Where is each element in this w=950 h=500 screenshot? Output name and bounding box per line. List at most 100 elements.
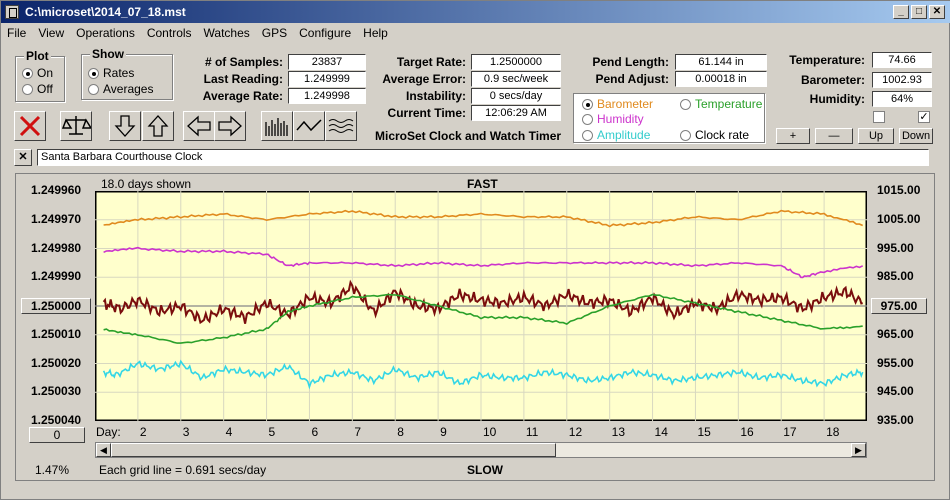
clock-name-field[interactable]: Santa Barbara Courthouse Clock	[37, 149, 929, 166]
series-amplitude-radio[interactable]: Amplitude	[582, 128, 650, 142]
right-tick-label: 985.00	[877, 269, 914, 284]
menu-view[interactable]: View	[32, 23, 70, 43]
right-arrow-button[interactable]	[214, 111, 246, 141]
arrow-left-icon	[187, 115, 211, 137]
show-rates-radio[interactable]: Rates	[88, 66, 134, 80]
left-center-button[interactable]: 1.250000	[21, 298, 91, 314]
left-arrow-button[interactable]	[183, 111, 215, 141]
day-tick-label: 14	[654, 425, 668, 439]
series-select-box: Barometer Temperature Humidity Amplitude…	[573, 93, 765, 143]
pend-adjust-field: 0.00018 in	[675, 71, 767, 87]
samples-field: 23837	[288, 54, 366, 70]
left-tick-label: 1.250010	[31, 326, 82, 341]
instability-field: 0 secs/day	[471, 88, 561, 104]
day-tick-label: 4	[225, 425, 233, 439]
scale-down-button[interactable]: Down	[899, 128, 933, 144]
wave-graph-icon	[328, 119, 354, 133]
series-clock-rate-radio[interactable]: Clock rate	[680, 128, 749, 142]
series-barometer-radio[interactable]: Barometer	[582, 97, 653, 111]
day-tick-label: 12	[568, 425, 583, 439]
scale-minus-button[interactable]: —	[815, 128, 853, 144]
plot-group: Plot On Off	[15, 49, 65, 102]
day-tick-label: 16	[740, 425, 754, 439]
slow-label: SLOW	[467, 463, 503, 477]
main-window: C:\microset\2014_07_18.mst _ □ ✕ File Vie…	[0, 0, 950, 500]
close-button[interactable]: ✕	[929, 5, 945, 19]
scroll-thumb[interactable]	[111, 443, 556, 457]
bar-graph-button[interactable]	[261, 111, 293, 141]
target-rate-label: Target Rate:	[396, 55, 466, 69]
stop-button[interactable]	[14, 111, 46, 141]
line-graph-icon	[296, 119, 322, 132]
title-bar: C:\microset\2014_07_18.mst _ □ ✕	[1, 1, 950, 23]
day-tick-label: 10	[483, 425, 497, 439]
time-scrollbar[interactable]: ◀ ▶	[95, 442, 867, 458]
scroll-right-icon[interactable]: ▶	[851, 443, 866, 457]
humidity-field: 64%	[872, 91, 932, 107]
up-arrow-button[interactable]	[142, 111, 174, 141]
show-averages-radio[interactable]: Averages	[88, 82, 153, 96]
plot-off-radio[interactable]: Off	[22, 82, 53, 96]
right-tick-label: 945.00	[877, 384, 914, 399]
day-tick-label: 17	[783, 425, 797, 439]
menu-gps[interactable]: GPS	[256, 23, 293, 43]
clear-clock-button[interactable]: ✕	[14, 149, 32, 166]
grid-note-label: Each grid line = 0.691 secs/day	[99, 463, 267, 477]
wave-graph-button[interactable]	[325, 111, 357, 141]
right-tick-label: 965.00	[877, 326, 914, 341]
menu-help[interactable]: Help	[357, 23, 394, 43]
app-icon[interactable]	[5, 5, 19, 19]
line-graph-button[interactable]	[293, 111, 325, 141]
left-tick-label: 1.249970	[31, 211, 82, 226]
right-tick-label: 1015.00	[877, 183, 921, 197]
right-center-button[interactable]: 975.00	[871, 298, 927, 314]
balance-button[interactable]	[60, 111, 93, 141]
menu-operations[interactable]: Operations	[70, 23, 141, 43]
minimize-button[interactable]: _	[893, 5, 909, 19]
instability-label: Instability:	[405, 89, 466, 103]
left-tick-label: 1.249990	[31, 269, 82, 284]
menu-file[interactable]: File	[1, 23, 32, 43]
pend-length-field: 61.144 in	[675, 54, 767, 70]
right-tick-label: 1005.00	[877, 211, 921, 226]
pend-length-label: Pend Length:	[592, 55, 669, 69]
show-group: Show Rates Averages	[81, 47, 173, 100]
series-humidity-radio[interactable]: Humidity	[582, 112, 644, 126]
checkbox-right[interactable]: ✓	[918, 111, 930, 123]
left-tick-label: 1.250040	[31, 413, 82, 427]
menu-watches[interactable]: Watches	[198, 23, 256, 43]
average-rate-field: 1.249998	[288, 88, 366, 104]
day-tick-label: 9	[440, 425, 447, 439]
left-tick-label: 1.250020	[31, 355, 82, 370]
window-title: C:\microset\2014_07_18.mst	[25, 5, 186, 19]
arrow-down-icon	[114, 115, 136, 137]
scale-up-button[interactable]: Up	[858, 128, 894, 144]
day-tick-label: 5	[268, 425, 276, 439]
maximize-button[interactable]: □	[911, 5, 927, 19]
right-tick-label: 995.00	[877, 240, 914, 255]
menu-bar: File View Operations Controls Watches GPS Conf…	[1, 23, 950, 43]
temperature-field: 74.66	[872, 52, 932, 68]
day-tick-label: 13	[611, 425, 626, 439]
bottom-left-button[interactable]: 0	[29, 427, 85, 443]
plot-on-radio[interactable]: On	[22, 66, 53, 80]
day-tick-label: 8	[397, 425, 404, 439]
down-arrow-button[interactable]	[109, 111, 141, 141]
day-tick-label: 18	[826, 425, 840, 439]
current-time-field: 12:06:29 AM	[471, 105, 561, 121]
day-tick-label: 6	[311, 425, 319, 439]
scale-balance-icon	[61, 116, 93, 135]
barometer-field: 1002.93	[872, 72, 932, 88]
day-axis-label: Day:	[96, 425, 121, 439]
scale-plus-button[interactable]: +	[776, 128, 810, 144]
series-temperature-radio[interactable]: Temperature	[680, 97, 762, 111]
barometer-label: Barometer:	[800, 73, 865, 87]
target-rate-field: 1.2500000	[471, 54, 561, 70]
days-shown-label: 18.0 days shown	[101, 177, 192, 191]
menu-controls[interactable]: Controls	[141, 23, 198, 43]
menu-configure[interactable]: Configure	[293, 23, 357, 43]
checkbox-left[interactable]	[873, 111, 885, 123]
app-name-label: MicroSet Clock and Watch Timer	[375, 129, 562, 143]
arrow-up-icon	[147, 115, 169, 137]
scroll-left-icon[interactable]: ◀	[96, 443, 111, 457]
